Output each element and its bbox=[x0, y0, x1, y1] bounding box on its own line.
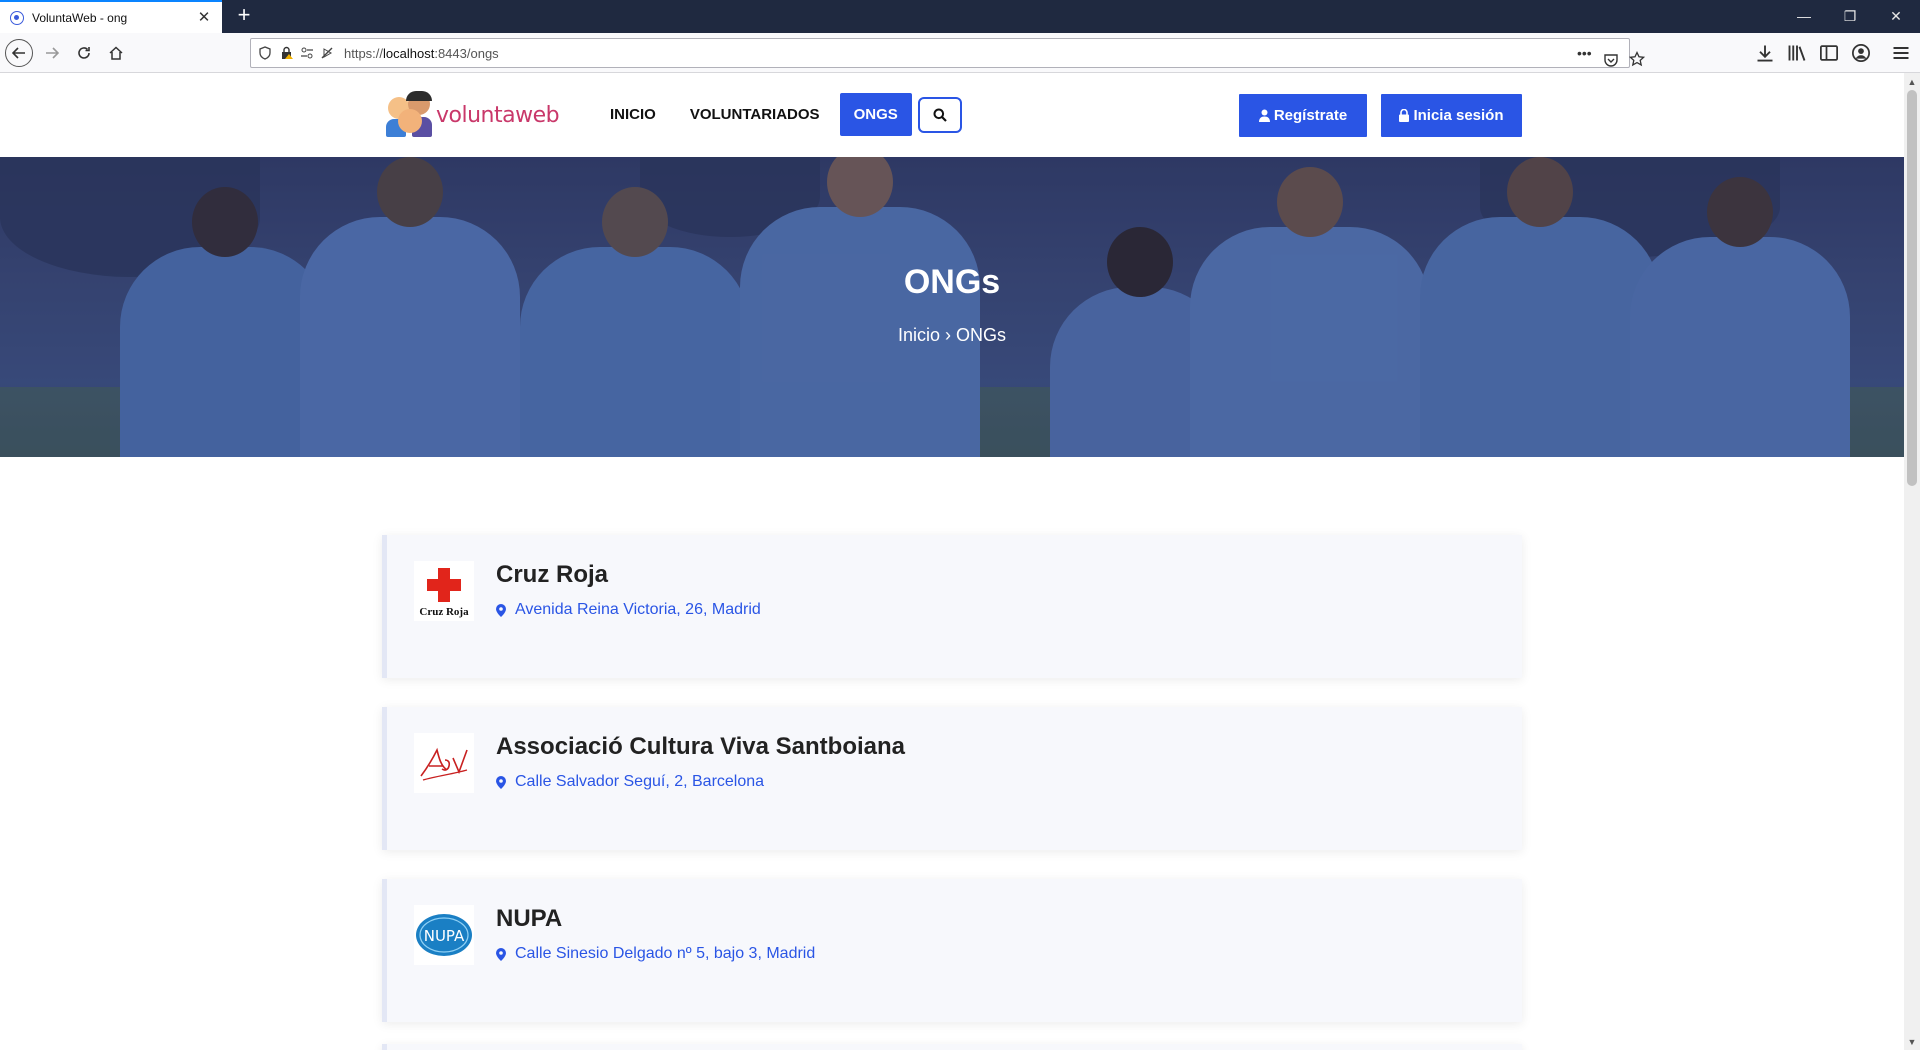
ong-card[interactable]: Associació Cultura Viva Santboiana Calle… bbox=[382, 707, 1522, 850]
reload-button[interactable] bbox=[70, 39, 98, 67]
ong-name[interactable]: Cruz Roja bbox=[496, 561, 608, 589]
nupa-logo-caption: NUPA bbox=[424, 927, 465, 945]
hero-banner: ONGs Inicio › ONGs bbox=[0, 157, 1904, 457]
cruz-roja-logo: Cruz Roja bbox=[414, 561, 474, 621]
register-button[interactable]: Regístrate bbox=[1239, 94, 1367, 137]
ong-address-text: Calle Sinesio Delgado nº 5, bajo 3, Madr… bbox=[515, 945, 816, 962]
new-tab-button[interactable]: + bbox=[232, 4, 256, 28]
forward-button[interactable] bbox=[38, 39, 66, 67]
nupa-logo: NUPA bbox=[414, 905, 474, 965]
user-icon bbox=[1258, 109, 1270, 122]
sidebar-toggle-icon[interactable] bbox=[1818, 43, 1840, 63]
hamburger-menu-icon[interactable] bbox=[1890, 43, 1912, 63]
ong-card-partial[interactable] bbox=[382, 1044, 1522, 1050]
scroll-up-arrow-icon[interactable]: ▲ bbox=[1904, 74, 1920, 90]
logo-text: voluntaweb bbox=[436, 102, 560, 128]
acv-logo-signature bbox=[420, 747, 468, 781]
minimize-window-button[interactable]: — bbox=[1782, 0, 1826, 33]
insecure-lock-icon[interactable] bbox=[280, 46, 294, 60]
back-button[interactable] bbox=[5, 39, 33, 67]
ong-name[interactable]: Associació Cultura Viva Santboiana bbox=[496, 733, 905, 761]
browser-nav-bar: https://localhost:8443/ongs ••• bbox=[0, 33, 1920, 73]
tracking-shield-icon bbox=[259, 46, 271, 60]
map-marker-icon bbox=[496, 947, 506, 961]
cruz-roja-logo-caption: Cruz Roja bbox=[419, 606, 469, 618]
page-actions-menu-icon[interactable]: ••• bbox=[1577, 39, 1592, 67]
url-text[interactable]: https://localhost:8443/ongs bbox=[344, 46, 499, 61]
browser-tab[interactable]: VoluntaWeb - ong ✕ bbox=[0, 0, 222, 33]
ong-address-text: Avenida Reina Victoria, 26, Madrid bbox=[515, 601, 761, 618]
autoplay-blocked-icon[interactable] bbox=[320, 46, 334, 60]
page-title: ONGs bbox=[903, 263, 1001, 301]
tab-title: VoluntaWeb - ong bbox=[32, 10, 128, 25]
ong-name[interactable]: NUPA bbox=[496, 905, 562, 933]
permissions-icon[interactable] bbox=[300, 46, 314, 60]
restore-window-button[interactable]: ❐ bbox=[1828, 0, 1872, 33]
url-bar[interactable]: https://localhost:8443/ongs ••• bbox=[250, 38, 1645, 68]
ong-address[interactable]: Avenida Reina Victoria, 26, Madrid bbox=[496, 601, 761, 619]
logo-people-icon bbox=[386, 91, 434, 139]
site-header: voluntaweb INICIO VOLUNTARIADOS ONGS Reg… bbox=[0, 73, 1904, 157]
home-button[interactable] bbox=[102, 39, 130, 67]
map-marker-icon bbox=[496, 603, 506, 617]
register-label: Regístrate bbox=[1273, 107, 1348, 124]
pocket-icon[interactable] bbox=[1603, 46, 1619, 74]
library-icon[interactable] bbox=[1786, 43, 1808, 63]
reload-icon bbox=[78, 47, 90, 59]
scrollbar-thumb[interactable] bbox=[1907, 90, 1917, 486]
search-button[interactable] bbox=[917, 96, 962, 133]
site-favicon-icon bbox=[10, 10, 24, 25]
forward-arrow-icon bbox=[46, 47, 59, 59]
map-marker-icon bbox=[496, 775, 506, 789]
tab-close-icon[interactable]: ✕ bbox=[196, 9, 212, 26]
bookmark-star-icon[interactable] bbox=[1629, 45, 1645, 73]
ong-address[interactable]: Calle Salvador Seguí, 2, Barcelona bbox=[496, 773, 764, 791]
menu-item-voluntariados[interactable]: VOLUNTARIADOS bbox=[676, 93, 834, 136]
login-label: Inicia sesión bbox=[1413, 107, 1504, 124]
home-icon bbox=[109, 46, 123, 60]
hero-overlay bbox=[0, 157, 1904, 457]
browser-tab-bar: VoluntaWeb - ong ✕ + — ❐ ✕ bbox=[0, 0, 1920, 33]
scroll-down-arrow-icon[interactable]: ▼ bbox=[1904, 1034, 1920, 1050]
acv-logo bbox=[414, 733, 474, 793]
ong-address-text: Calle Salvador Seguí, 2, Barcelona bbox=[515, 773, 765, 790]
site-logo[interactable]: voluntaweb bbox=[386, 91, 560, 139]
breadcrumb[interactable]: Inicio › ONGs bbox=[0, 325, 1904, 346]
menu-item-ongs[interactable]: ONGS bbox=[839, 93, 912, 136]
downloads-icon[interactable] bbox=[1754, 43, 1776, 63]
menu-item-inicio[interactable]: INICIO bbox=[596, 93, 670, 136]
ong-card[interactable]: Cruz Roja Cruz Roja Avenida Reina Victor… bbox=[382, 535, 1522, 678]
login-button[interactable]: Inicia sesión bbox=[1381, 94, 1522, 137]
ong-address[interactable]: Calle Sinesio Delgado nº 5, bajo 3, Madr… bbox=[496, 945, 815, 963]
search-icon bbox=[933, 108, 947, 122]
account-icon[interactable] bbox=[1850, 43, 1872, 63]
close-window-button[interactable]: ✕ bbox=[1874, 0, 1918, 33]
lock-icon bbox=[1399, 109, 1410, 122]
back-arrow-icon bbox=[12, 47, 25, 59]
main-menu: INICIO VOLUNTARIADOS ONGS bbox=[596, 93, 962, 136]
ong-card[interactable]: NUPA NUPA Calle Sinesio Delgado nº 5, ba… bbox=[382, 879, 1522, 1022]
